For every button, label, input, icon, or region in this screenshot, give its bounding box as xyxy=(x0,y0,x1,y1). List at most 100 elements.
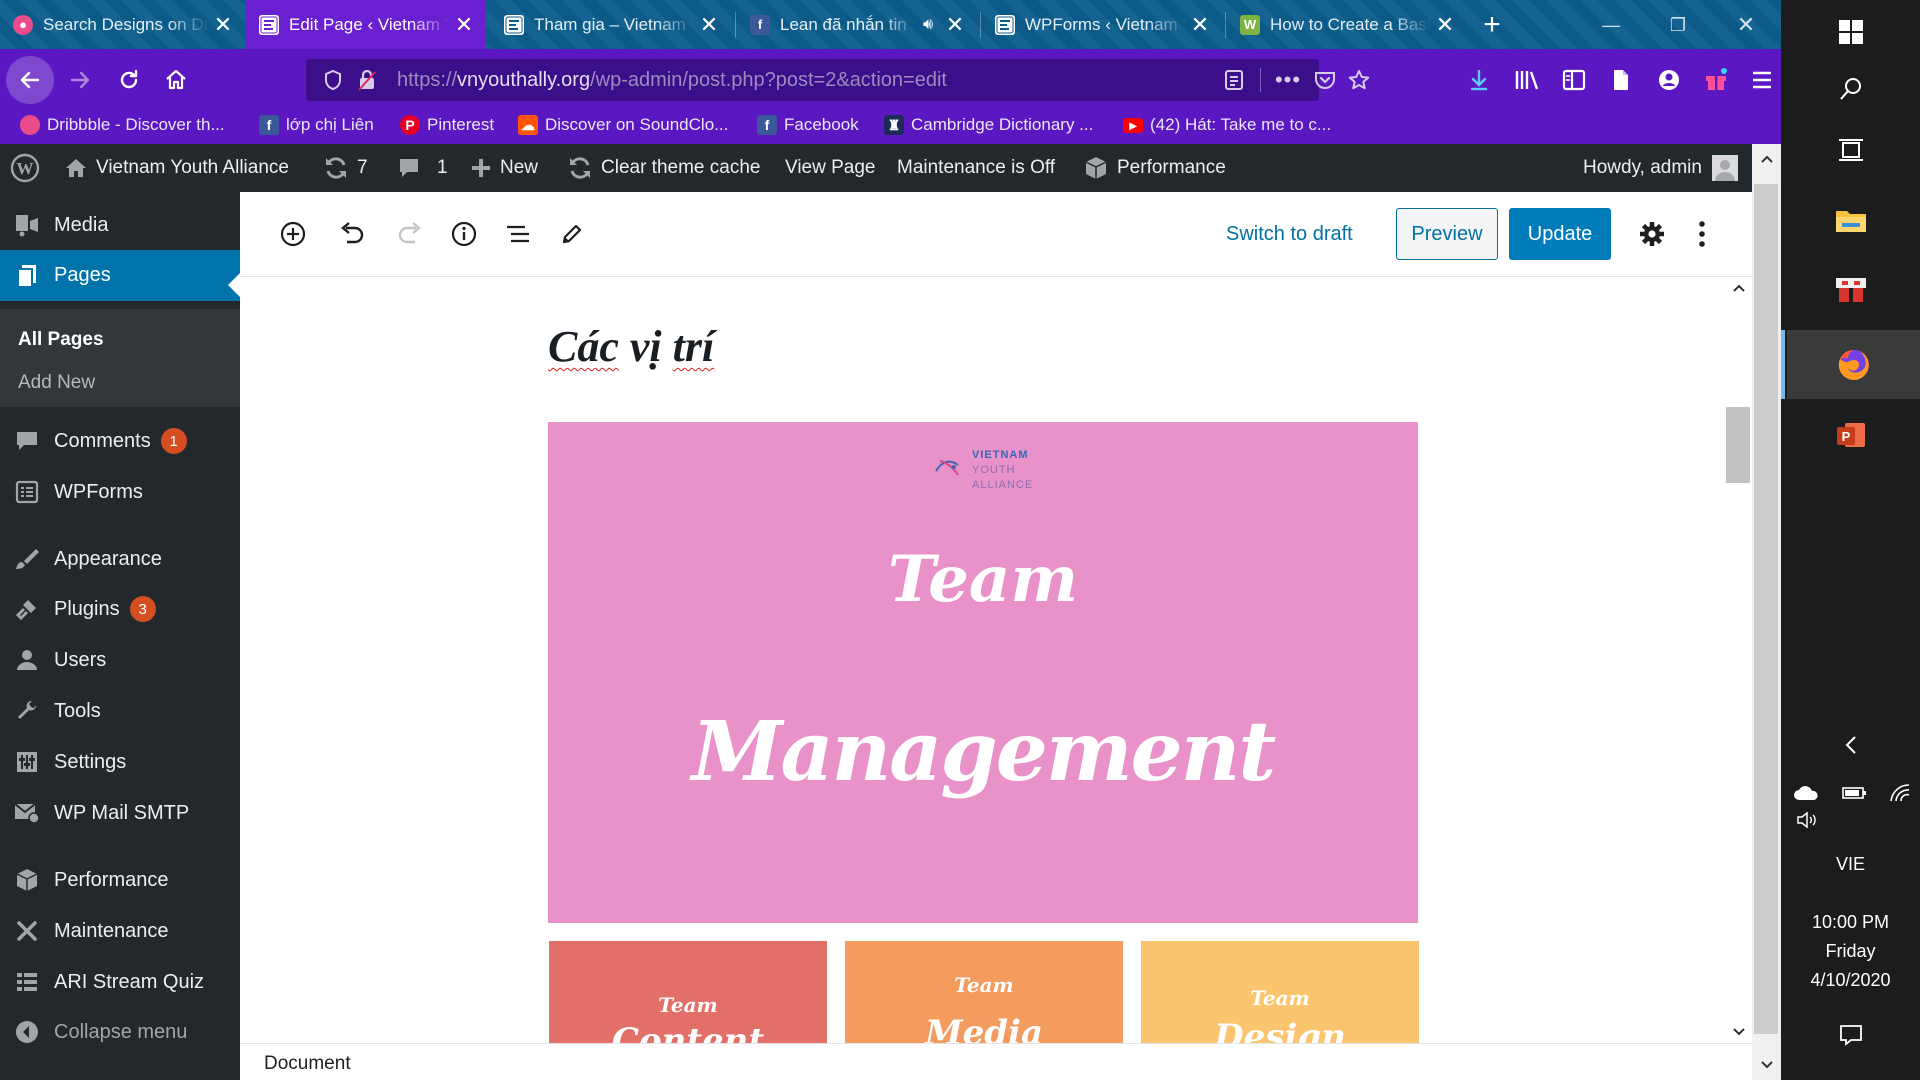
preview-button[interactable]: Preview xyxy=(1396,208,1498,260)
close-window-icon[interactable]: ✕ xyxy=(1726,10,1766,40)
clock-day[interactable]: Friday xyxy=(1781,941,1920,962)
clock-date[interactable]: 4/10/2020 xyxy=(1781,970,1920,991)
tab-tham-gia[interactable]: Tham gia – Vietnam Youth Alliance ✕ xyxy=(491,0,731,49)
submenu-all-pages[interactable]: All Pages xyxy=(18,329,104,351)
downloads-icon[interactable] xyxy=(1463,64,1495,96)
app-manager-icon[interactable] xyxy=(1781,258,1920,322)
bookmark-pinterest[interactable]: P Pinterest xyxy=(400,115,494,135)
close-tab-icon[interactable]: ✕ xyxy=(695,11,723,39)
home-icon[interactable] xyxy=(156,60,196,100)
comments-link[interactable]: 1 xyxy=(397,144,448,192)
new-tab-icon[interactable]: + xyxy=(1475,8,1509,42)
page-actions-icon[interactable]: ••• xyxy=(1273,66,1303,94)
restore-icon[interactable]: ❐ xyxy=(1658,10,1698,40)
sidebar-item-users[interactable]: Users xyxy=(0,635,240,685)
submenu-add-new[interactable]: Add New xyxy=(18,372,95,394)
team-management-image[interactable]: VIETNAM YOUTH ALLIANCE Team Management xyxy=(548,422,1418,923)
redo-icon[interactable] xyxy=(390,214,430,254)
sidebar-item-ari-stream-quiz[interactable]: ARI Stream Quiz xyxy=(0,957,240,1007)
sidebar-item-settings[interactable]: Settings xyxy=(0,737,240,787)
url-text[interactable]: https://vnyouthally.org/wp-admin/post.ph… xyxy=(397,69,947,92)
update-button[interactable]: Update xyxy=(1509,208,1611,260)
team-content-image[interactable]: Team Content xyxy=(549,941,827,1043)
sidebar-item-performance[interactable]: Performance xyxy=(0,855,240,905)
reload-icon[interactable] xyxy=(109,60,149,100)
window-scrollbar[interactable] xyxy=(1752,144,1781,1080)
sidebar-toggle-icon[interactable] xyxy=(1558,64,1590,96)
more-options-icon[interactable] xyxy=(1682,214,1722,254)
clear-theme-cache-link[interactable]: Clear theme cache xyxy=(567,144,760,192)
close-tab-icon[interactable]: ✕ xyxy=(1431,11,1459,39)
show-hidden-icons-chevron-icon[interactable] xyxy=(1781,720,1920,770)
battery-icon[interactable] xyxy=(1842,785,1868,801)
switch-to-draft-button[interactable]: Switch to draft xyxy=(1226,223,1353,246)
sidebar-item-comments[interactable]: Comments 1 xyxy=(0,416,240,466)
editor-scrollbar[interactable] xyxy=(1726,277,1752,1043)
page-title[interactable]: Các vị trí xyxy=(548,321,714,372)
page-icon[interactable] xyxy=(1605,64,1637,96)
minimize-icon[interactable]: — xyxy=(1591,10,1631,40)
sidebar-item-tools[interactable]: Tools xyxy=(0,686,240,736)
bookmark-facebook[interactable]: f Facebook xyxy=(757,115,859,135)
tab-dribbble[interactable]: ● Search Designs on Dribbble ✕ xyxy=(0,0,245,49)
bookmark-dribbble[interactable]: Dribbble - Discover th... xyxy=(20,115,225,135)
bookmark-youtube[interactable]: ▸ (42) Hát: Take me to c... xyxy=(1123,115,1331,135)
sidebar-item-wp-mail-smtp[interactable]: WP Mail SMTP xyxy=(0,788,240,838)
extension-gift-icon[interactable] xyxy=(1700,64,1732,96)
tab-wpforms[interactable]: WPForms ‹ Vietnam Youth Alliance ✕ xyxy=(982,0,1222,49)
tab-edit-page[interactable]: Edit Page ‹ Vietnam Youth Alliance ✕ xyxy=(246,0,486,49)
close-tab-icon[interactable]: ✕ xyxy=(1186,11,1214,39)
team-media-image[interactable]: Team Media xyxy=(845,941,1123,1043)
add-block-icon[interactable] xyxy=(273,214,313,254)
scroll-up-icon[interactable] xyxy=(1760,154,1774,164)
hamburger-menu-icon[interactable] xyxy=(1746,64,1778,96)
updates-link[interactable]: 7 xyxy=(323,144,368,192)
block-breadcrumb[interactable]: Document xyxy=(264,1053,351,1075)
url-bar[interactable]: https://vnyouthally.org/wp-admin/post.ph… xyxy=(306,59,1370,101)
info-icon[interactable] xyxy=(444,214,484,254)
edit-mode-pencil-icon[interactable] xyxy=(552,214,592,254)
close-tab-icon[interactable]: ✕ xyxy=(450,11,478,39)
speaker-audio-icon[interactable]: 🔊︎ xyxy=(917,11,939,39)
bookmark-soundcloud[interactable]: ☁ Discover on SoundClo... xyxy=(518,115,728,135)
site-name-link[interactable]: Vietnam Youth Alliance xyxy=(64,144,289,192)
new-content-link[interactable]: New xyxy=(470,144,538,192)
search-icon[interactable] xyxy=(1781,57,1920,121)
tab-how-to-create[interactable]: W How to Create a Basic ✕ xyxy=(1227,0,1467,49)
bookmark-lop-chi-lien[interactable]: f lớp chị Liên xyxy=(259,115,374,135)
sidebar-item-appearance[interactable]: Appearance xyxy=(0,534,240,584)
back-icon[interactable] xyxy=(6,56,54,104)
volume-icon[interactable] xyxy=(1795,795,1819,845)
scroll-up-icon[interactable] xyxy=(1732,283,1746,293)
input-language[interactable]: VIE xyxy=(1781,854,1920,875)
settings-gear-icon[interactable] xyxy=(1632,214,1672,254)
file-explorer-icon[interactable] xyxy=(1781,189,1920,253)
firefox-taskbar-icon[interactable] xyxy=(1781,330,1920,399)
block-navigation-icon[interactable] xyxy=(498,214,538,254)
reader-view-icon[interactable] xyxy=(1219,66,1249,94)
scroll-down-icon[interactable] xyxy=(1732,1027,1746,1037)
team-design-image[interactable]: Team Design xyxy=(1141,941,1419,1043)
close-tab-icon[interactable]: ✕ xyxy=(941,11,969,39)
sidebar-item-media[interactable]: Media xyxy=(0,200,240,250)
wifi-icon[interactable] xyxy=(1889,783,1913,803)
collapse-menu-button[interactable]: Collapse menu xyxy=(0,1007,240,1057)
windows-start-icon[interactable] xyxy=(1781,0,1920,64)
undo-icon[interactable] xyxy=(332,214,372,254)
close-tab-icon[interactable]: ✕ xyxy=(209,11,237,39)
sidebar-item-maintenance[interactable]: Maintenance xyxy=(0,906,240,956)
account-icon[interactable] xyxy=(1653,64,1685,96)
maintenance-status-link[interactable]: Maintenance is Off xyxy=(897,144,1055,192)
clock-time[interactable]: 10:00 PM xyxy=(1781,912,1920,933)
tracking-shield-icon[interactable] xyxy=(318,66,348,94)
scrollbar-thumb[interactable] xyxy=(1754,184,1778,1034)
powerpoint-icon[interactable]: P xyxy=(1781,403,1920,467)
view-page-link[interactable]: View Page xyxy=(785,144,876,192)
my-account-link[interactable]: Howdy, admin xyxy=(1583,144,1738,192)
sidebar-item-wpforms[interactable]: WPForms xyxy=(0,467,240,517)
scroll-down-icon[interactable] xyxy=(1760,1060,1774,1070)
lock-icon[interactable] xyxy=(352,66,382,94)
forward-icon[interactable] xyxy=(60,60,100,100)
library-icon[interactable] xyxy=(1511,64,1543,96)
wordpress-logo-icon[interactable]: W xyxy=(10,144,48,192)
